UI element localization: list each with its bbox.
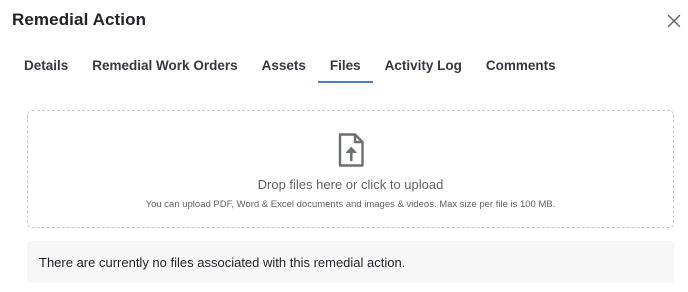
dropzone-hint-text: You can upload PDF, Word & Excel documen… (145, 199, 556, 210)
modal-title: Remedial Action (12, 10, 147, 29)
tab-details[interactable]: Details (12, 50, 80, 83)
file-dropzone[interactable]: Drop files here or click to upload You c… (27, 110, 674, 228)
tab-comments[interactable]: Comments (474, 50, 568, 83)
tab-remedial-work-orders[interactable]: Remedial Work Orders (80, 50, 249, 83)
empty-state-message: There are currently no files associated … (27, 241, 674, 283)
dropzone-primary-text: Drop files here or click to upload (257, 177, 444, 192)
tab-assets[interactable]: Assets (250, 50, 318, 83)
tab-files[interactable]: Files (317, 50, 373, 83)
remedial-action-modal: Remedial Action Details Remedial Work Or… (0, 0, 688, 292)
tab-bar: Details Remedial Work Orders Assets File… (12, 50, 688, 84)
close-icon[interactable] (664, 11, 684, 31)
empty-state-text: There are currently no files associated … (39, 255, 406, 270)
tab-activity-log[interactable]: Activity Log (373, 50, 474, 83)
file-upload-icon (337, 132, 365, 168)
